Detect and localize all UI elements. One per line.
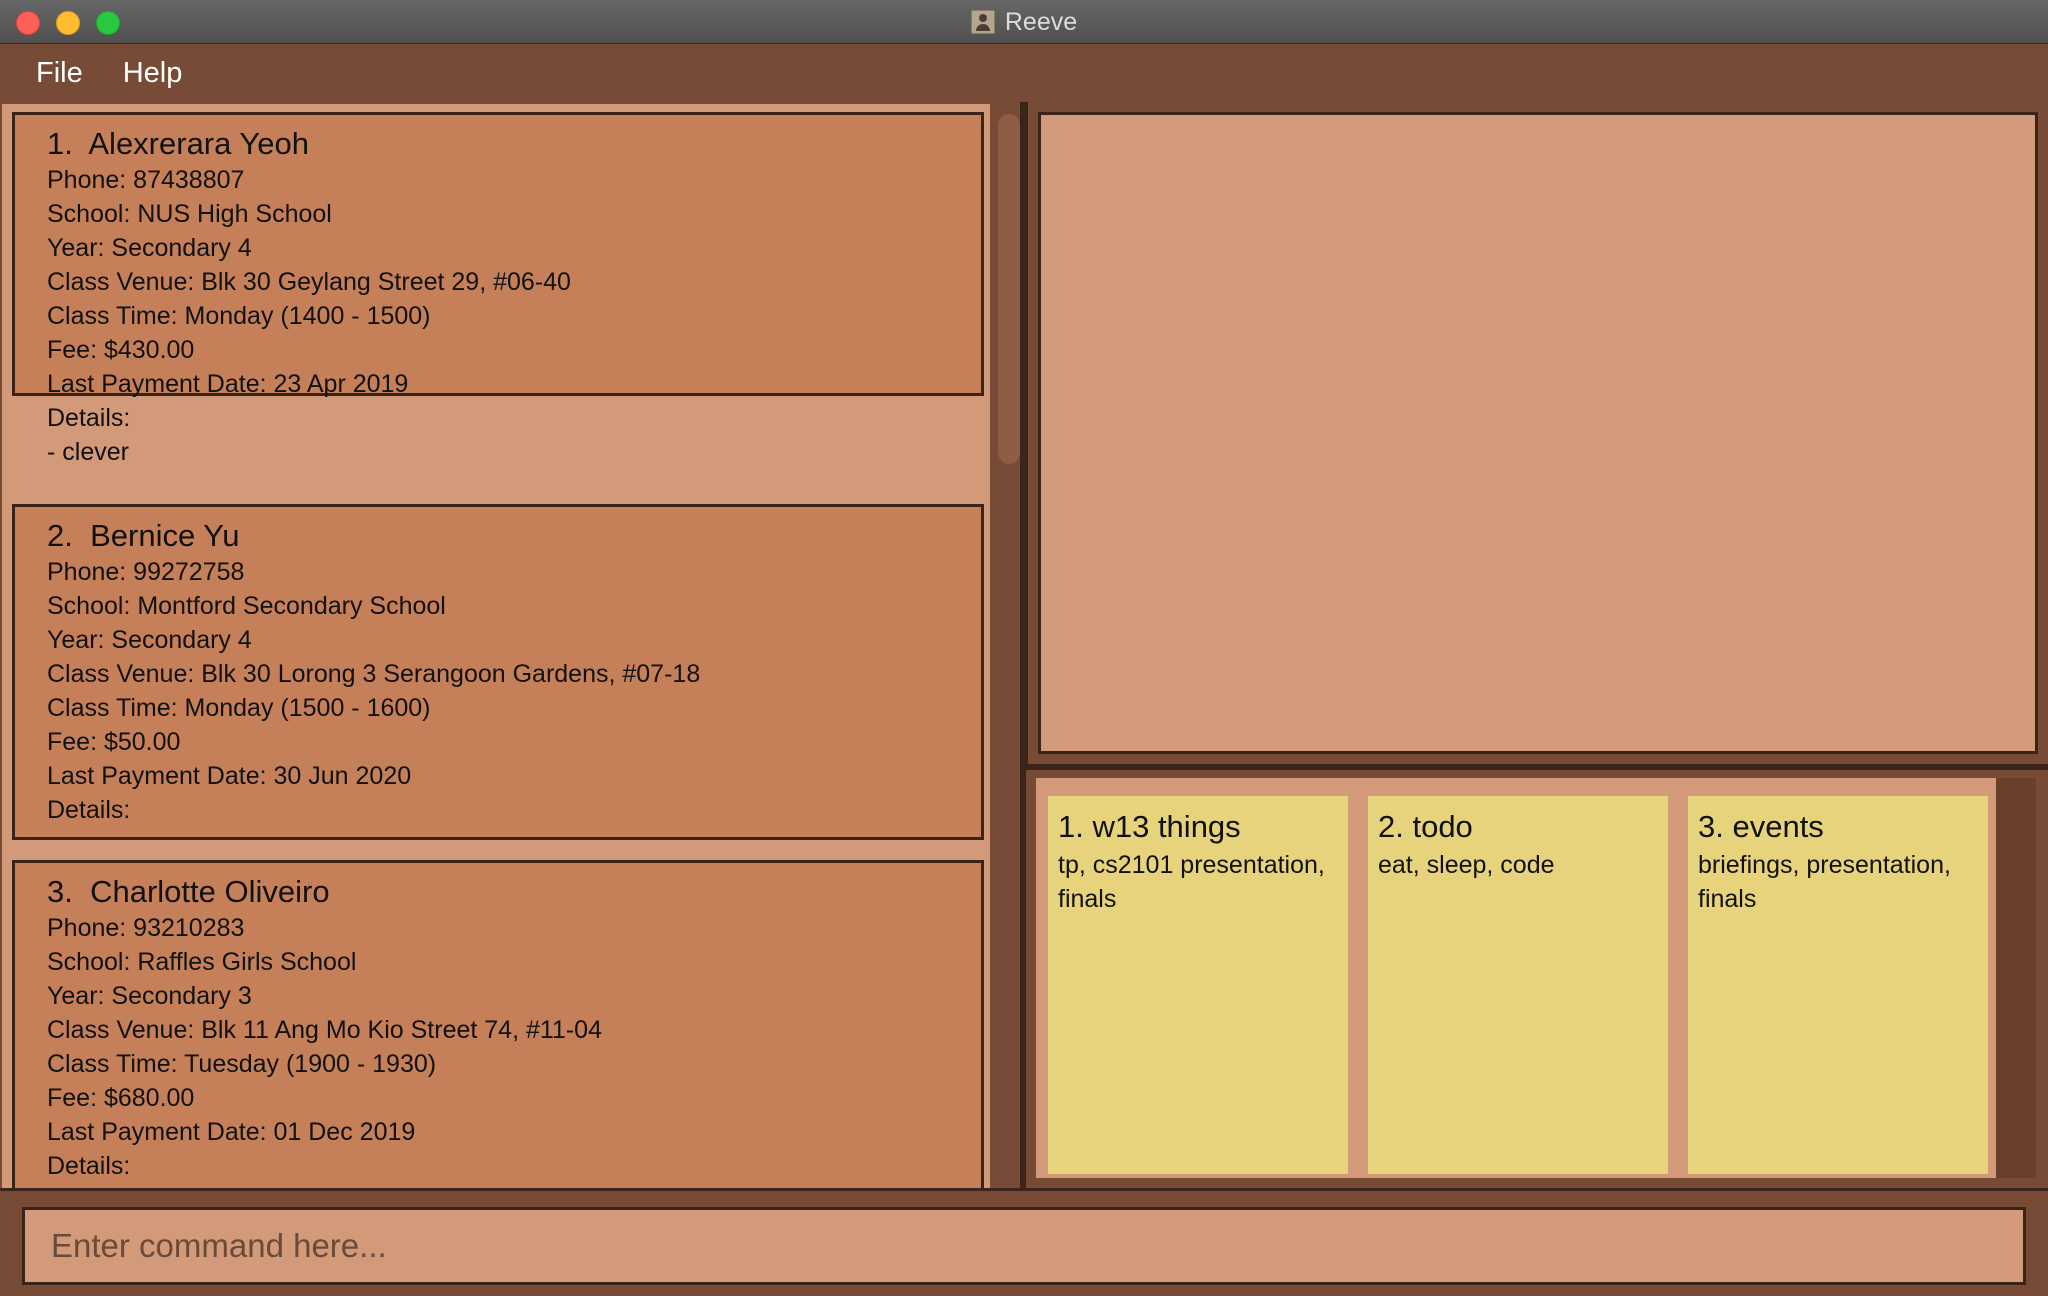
menu-bar: File Help [0, 44, 2048, 102]
student-name: Charlotte Oliveiro [90, 874, 330, 909]
student-card[interactable]: 3. Charlotte Oliveiro Phone: 93210283 Sc… [12, 860, 984, 1190]
student-detail-item: - clever [47, 438, 129, 466]
student-class-time: Class Time: Monday (1500 - 1600) [47, 694, 431, 722]
student-card[interactable]: 2. Bernice Yu Phone: 99272758 School: Mo… [12, 504, 984, 840]
note-body-line: eat, sleep, code [1378, 851, 1555, 879]
student-class-time: Class Time: Tuesday (1900 - 1930) [47, 1050, 437, 1078]
student-details-label: Details: [47, 1152, 131, 1180]
note-title: 1. w13 things [1058, 809, 1241, 844]
note-body-line: briefings, presentation, [1698, 851, 1951, 879]
student-phone: Phone: 93210283 [47, 914, 245, 942]
student-school: School: Montford Secondary School [47, 592, 446, 620]
result-display-box[interactable] [1038, 112, 2038, 754]
menu-help[interactable]: Help [123, 57, 183, 90]
student-list[interactable]: 1. Alexrerara Yeoh Phone: 87438807 Schoo… [2, 104, 990, 1190]
student-year: Year: Secondary 3 [47, 982, 252, 1010]
note-body-line: finals [1058, 885, 1117, 913]
student-year: Year: Secondary 4 [47, 234, 252, 262]
student-fee: Fee: $50.00 [47, 728, 181, 756]
student-details-label: Details: [47, 796, 131, 824]
student-school: School: Raffles Girls School [47, 948, 357, 976]
student-name: Bernice Yu [90, 518, 240, 553]
student-school: School: NUS High School [47, 200, 332, 228]
notes-scrollbar[interactable] [1996, 778, 2036, 1178]
student-venue: Class Venue: Blk 30 Geylang Street 29, #… [47, 268, 571, 296]
contacts-icon [970, 10, 995, 34]
student-list-scroll-thumb[interactable] [998, 114, 1020, 464]
window-title-group: Reeve [0, 0, 2048, 44]
student-phone: Phone: 87438807 [47, 166, 245, 194]
student-venue: Class Venue: Blk 11 Ang Mo Kio Street 74… [47, 1016, 602, 1044]
note-title: 3. events [1698, 809, 1824, 844]
student-index: 3. [47, 874, 73, 909]
student-name: Alexrerara Yeoh [88, 126, 309, 161]
student-index: 2. [47, 518, 73, 553]
note-card[interactable]: 2. todo eat, sleep, code [1368, 796, 1668, 1174]
student-card[interactable]: 1. Alexrerara Yeoh Phone: 87438807 Schoo… [12, 112, 984, 466]
student-name-line: 1. Alexrerara Yeoh [47, 125, 981, 163]
note-title: 2. todo [1378, 809, 1473, 844]
command-box [0, 1188, 2048, 1296]
student-venue: Class Venue: Blk 30 Lorong 3 Serangoon G… [47, 660, 701, 688]
student-fee: Fee: $680.00 [47, 1084, 195, 1112]
student-name-line: 3. Charlotte Oliveiro [47, 873, 981, 911]
student-fee: Fee: $430.00 [47, 336, 195, 364]
student-phone: Phone: 99272758 [47, 558, 245, 586]
result-display-panel [1026, 102, 2048, 764]
student-name-line: 2. Bernice Yu [47, 517, 981, 555]
student-last-payment: Last Payment Date: 23 Apr 2019 [47, 370, 409, 398]
window-title: Reeve [1004, 7, 1078, 36]
student-year: Year: Secondary 4 [47, 626, 252, 654]
notes-panel: 1. w13 things tp, cs2101 presentation, f… [1026, 770, 2048, 1188]
note-body: eat, sleep, code [1378, 848, 1658, 882]
note-body-line: tp, cs2101 presentation, [1058, 851, 1325, 879]
title-bar: Reeve [0, 0, 2048, 44]
student-details-label: Details: [47, 404, 131, 432]
student-index: 1. [47, 126, 73, 161]
student-list-scrollbar[interactable] [990, 104, 1020, 1190]
student-class-time: Class Time: Monday (1400 - 1500) [47, 302, 431, 330]
student-last-payment: Last Payment Date: 30 Jun 2020 [47, 762, 412, 790]
note-card[interactable]: 3. events briefings, presentation, final… [1688, 796, 1988, 1174]
command-input[interactable] [22, 1207, 2026, 1285]
notes-list: 1. w13 things tp, cs2101 presentation, f… [1036, 778, 1996, 1178]
note-body-line: finals [1698, 885, 1757, 913]
student-last-payment: Last Payment Date: 01 Dec 2019 [47, 1118, 416, 1146]
note-card[interactable]: 1. w13 things tp, cs2101 presentation, f… [1048, 796, 1348, 1174]
note-body: briefings, presentation, finals [1698, 848, 1978, 916]
student-list-panel: 1. Alexrerara Yeoh Phone: 87438807 Schoo… [0, 102, 1024, 1190]
menu-file[interactable]: File [36, 57, 83, 90]
note-body: tp, cs2101 presentation, finals [1058, 848, 1338, 916]
app-window: Reeve File Help 1. Alexrerara Yeoh Phone… [0, 0, 2048, 1296]
